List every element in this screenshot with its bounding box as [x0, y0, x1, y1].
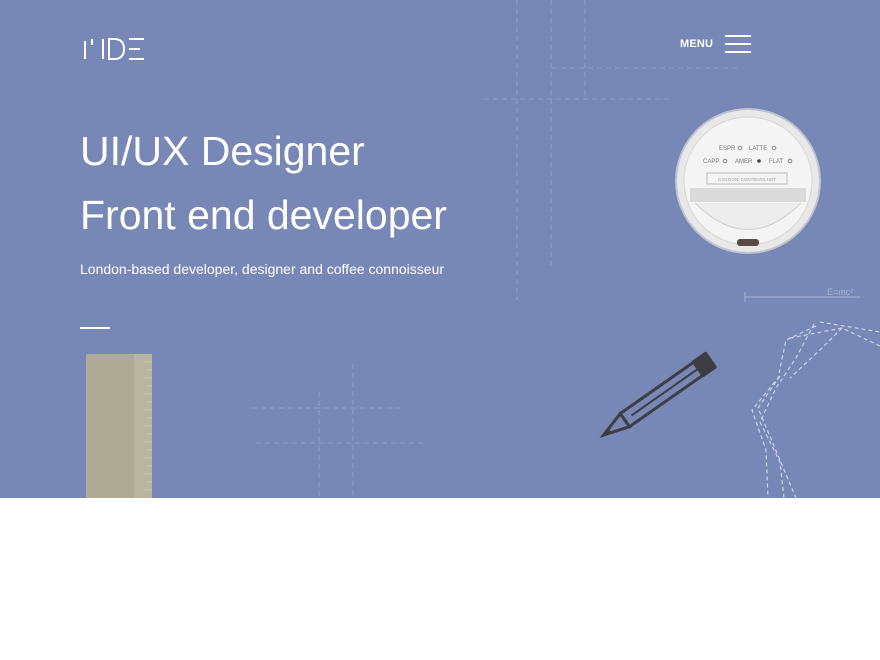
- hero-section: MENU UI/UX Designer Front end developer …: [0, 0, 880, 498]
- ruler-illustration: [86, 354, 152, 498]
- lid-label-flat: FLAT: [769, 159, 784, 165]
- hero-tagline: London-based developer, designer and cof…: [80, 261, 445, 277]
- lid-label-latte: LATTE: [749, 146, 767, 152]
- headline-role-1: UI/UX Designer: [80, 128, 365, 174]
- site-logo[interactable]: [82, 36, 146, 62]
- hamburger-menu-icon: [725, 35, 752, 53]
- coffee-lid-illustration: ESPR LATTE CAPP AMER FLAT CAUTION: CONTE…: [675, 108, 821, 254]
- menu-button[interactable]: MENU: [680, 34, 752, 54]
- lid-label-capp: CAPP: [703, 159, 719, 165]
- content-section: [0, 498, 880, 660]
- menu-label: MENU: [680, 38, 714, 50]
- hero-divider: [80, 327, 110, 329]
- lid-caution-text: CAUTION: CONTENTS HOT: [718, 177, 777, 182]
- crumpled-paper-illustration: [751, 321, 880, 498]
- formula-text: E=mc²: [827, 287, 853, 297]
- lid-label-amer: AMER: [735, 159, 753, 165]
- lid-label-espr: ESPR: [719, 146, 736, 152]
- formula-illustration: E=mc²: [744, 287, 860, 302]
- headline-role-2: Front end developer: [80, 192, 447, 238]
- pencil-illustration: [599, 351, 717, 438]
